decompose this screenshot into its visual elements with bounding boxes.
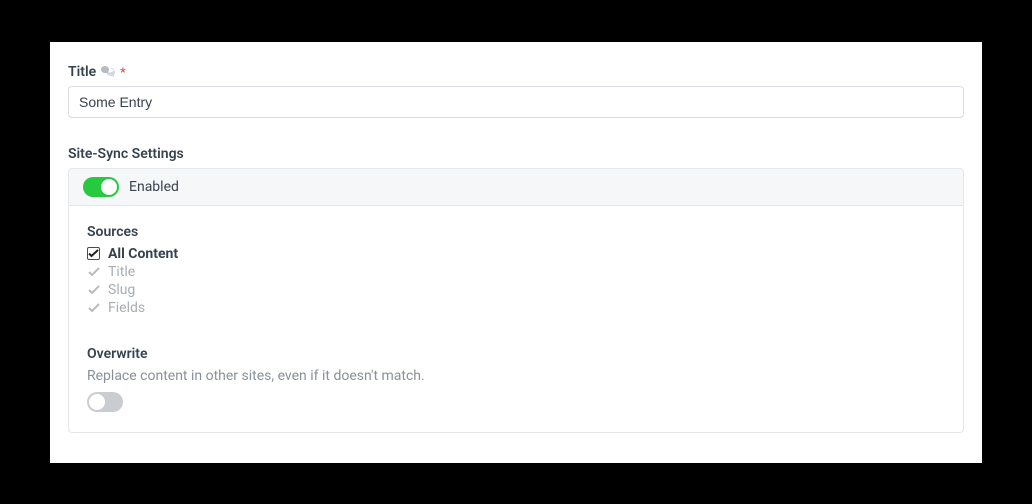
overwrite-description: Replace content in other sites, even if …	[87, 368, 945, 384]
checkbox-checked-icon	[87, 247, 100, 260]
title-label-text: Title	[68, 64, 96, 80]
check-icon	[87, 267, 100, 277]
overwrite-toggle[interactable]	[87, 392, 123, 412]
translation-icon	[101, 66, 115, 78]
overwrite-section: Overwrite Replace content in other sites…	[87, 346, 945, 412]
enabled-label: Enabled	[129, 179, 179, 195]
sources-list: All Content Title Slug	[87, 246, 945, 316]
source-title: Title	[87, 264, 945, 280]
sources-label: Sources	[87, 224, 945, 240]
site-sync-header: Enabled	[69, 169, 963, 206]
source-all-content[interactable]: All Content	[87, 246, 945, 262]
source-fields: Fields	[87, 300, 945, 316]
check-icon	[87, 303, 100, 313]
required-indicator: *	[120, 65, 125, 79]
site-sync-body: Sources All Content Title	[69, 206, 963, 432]
title-input[interactable]	[68, 86, 964, 118]
check-icon	[87, 285, 100, 295]
title-label: Title *	[68, 64, 964, 80]
enabled-toggle[interactable]	[83, 177, 119, 197]
source-item-label: Fields	[108, 300, 145, 316]
site-sync-box: Enabled Sources All Content Title	[68, 168, 964, 433]
entry-form-panel: Title * Site-Sync Settings Enabled Sourc…	[50, 42, 982, 463]
source-item-label: Slug	[108, 282, 135, 298]
source-all-content-label: All Content	[108, 246, 178, 262]
overwrite-label: Overwrite	[87, 346, 945, 362]
source-item-label: Title	[108, 264, 135, 280]
site-sync-settings-label: Site-Sync Settings	[68, 146, 964, 162]
source-slug: Slug	[87, 282, 945, 298]
